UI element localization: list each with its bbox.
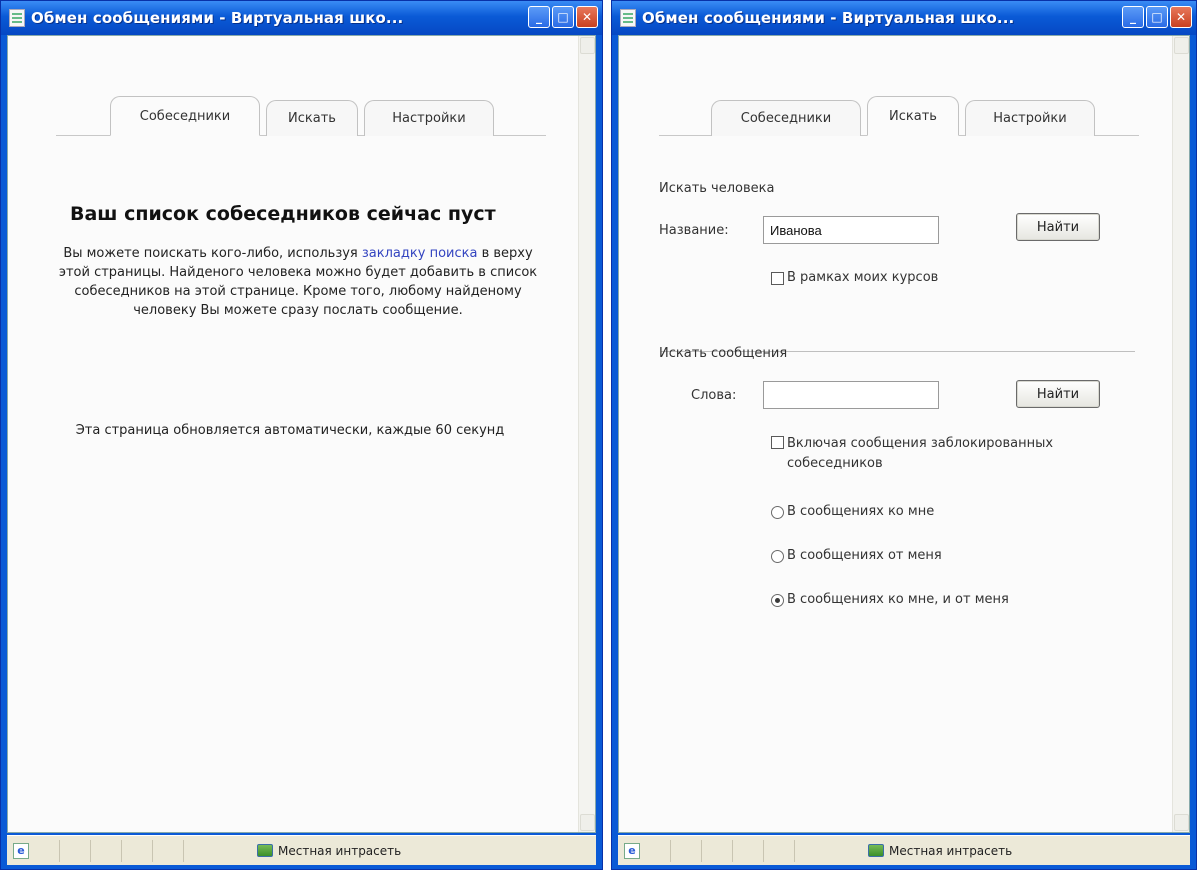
page-icon bbox=[9, 9, 25, 27]
person-search-heading: Искать человека bbox=[659, 181, 775, 196]
tab-label: Искать bbox=[889, 108, 937, 124]
status-divider bbox=[701, 839, 702, 862]
messaging-window-right: Обмен сообщениями - Виртуальная шко... _… bbox=[611, 0, 1197, 870]
status-divider bbox=[59, 839, 60, 862]
tab-search[interactable]: Искать bbox=[867, 96, 959, 136]
find-person-button[interactable]: Найти bbox=[1016, 213, 1100, 241]
scroll-down-arrow[interactable] bbox=[580, 814, 595, 831]
minimize-button[interactable]: _ bbox=[1122, 6, 1144, 28]
status-divider bbox=[670, 839, 671, 862]
status-bar: e Местная интрасеть bbox=[7, 835, 596, 865]
to-me-option[interactable]: В сообщениях ко мне bbox=[771, 504, 934, 519]
description-text: Вы можете поискать кого-либо, используя bbox=[63, 246, 362, 261]
title-bar[interactable]: Обмен сообщениями - Виртуальная шко... _… bbox=[612, 1, 1196, 35]
from-me-label: В сообщениях от меня bbox=[787, 548, 942, 563]
tab-label: Собеседники bbox=[740, 111, 832, 126]
search-tab-link[interactable]: закладку поиска bbox=[362, 246, 478, 261]
messaging-window-left: Обмен сообщениями - Виртуальная шко... _… bbox=[0, 0, 603, 870]
status-bar: e Местная интрасеть bbox=[618, 835, 1190, 865]
tab-bar: Собеседники Искать Настройки bbox=[659, 96, 1139, 136]
scroll-down-arrow[interactable] bbox=[1174, 814, 1189, 831]
name-input[interactable] bbox=[763, 216, 939, 244]
status-divider bbox=[183, 839, 184, 862]
blocked-contacts-label: Включая сообщения заблокированных собесе… bbox=[787, 436, 1054, 471]
to-me-radio[interactable] bbox=[771, 506, 784, 519]
scroll-up-arrow[interactable] bbox=[1174, 37, 1189, 54]
tab-search[interactable]: Искать bbox=[266, 100, 358, 136]
both-radio[interactable] bbox=[771, 594, 784, 607]
tab-label: Настройки bbox=[993, 111, 1067, 126]
intranet-icon bbox=[257, 844, 273, 857]
tab-label: Собеседники bbox=[139, 108, 231, 124]
window-title: Обмен сообщениями - Виртуальная шко... bbox=[642, 9, 1015, 27]
my-courses-checkbox[interactable] bbox=[771, 272, 784, 285]
words-label: Слова: bbox=[691, 388, 737, 403]
ie-page-icon: e bbox=[624, 842, 640, 859]
zone-label: Местная интрасеть bbox=[278, 843, 402, 858]
blocked-contacts-checkbox[interactable] bbox=[771, 436, 784, 449]
empty-list-heading: Ваш список собеседников сейчас пуст bbox=[70, 203, 496, 225]
status-divider bbox=[90, 839, 91, 862]
refresh-note: Эта страница обновляется автоматически, … bbox=[75, 423, 505, 438]
empty-list-description: Вы можете поискать кого-либо, используя … bbox=[58, 244, 538, 320]
from-me-option[interactable]: В сообщениях от меня bbox=[771, 548, 942, 563]
zone-label: Местная интрасеть bbox=[889, 843, 1013, 858]
to-me-label: В сообщениях ко мне bbox=[787, 504, 935, 519]
window-title: Обмен сообщениями - Виртуальная шко... bbox=[31, 9, 404, 27]
minimize-button[interactable]: _ bbox=[528, 6, 550, 28]
title-bar[interactable]: Обмен сообщениями - Виртуальная шко... _… bbox=[1, 1, 602, 35]
tab-contacts[interactable]: Собеседники bbox=[110, 96, 260, 136]
blocked-contacts-option[interactable]: Включая сообщения заблокированных собесе… bbox=[771, 434, 1141, 474]
scroll-up-arrow[interactable] bbox=[580, 37, 595, 54]
my-courses-label: В рамках моих курсов bbox=[787, 270, 939, 285]
find-messages-button[interactable]: Найти bbox=[1016, 380, 1100, 408]
status-divider bbox=[152, 839, 153, 862]
from-me-radio[interactable] bbox=[771, 550, 784, 563]
status-divider bbox=[794, 839, 795, 862]
message-search-heading: Искать сообщения bbox=[659, 346, 788, 361]
page-content: Собеседники Искать Настройки Ваш список … bbox=[7, 35, 596, 833]
vertical-scrollbar[interactable] bbox=[1172, 36, 1189, 832]
tab-settings[interactable]: Настройки bbox=[364, 100, 494, 136]
tab-settings[interactable]: Настройки bbox=[965, 100, 1095, 136]
close-button[interactable]: ✕ bbox=[1170, 6, 1192, 28]
ie-page-icon: e bbox=[13, 842, 29, 859]
maximize-button[interactable]: □ bbox=[552, 6, 574, 28]
page-icon bbox=[620, 9, 636, 27]
my-courses-option[interactable]: В рамках моих курсов bbox=[771, 270, 938, 285]
status-divider bbox=[121, 839, 122, 862]
intranet-icon bbox=[868, 844, 884, 857]
vertical-scrollbar[interactable] bbox=[578, 36, 595, 832]
page-content: Собеседники Искать Настройки Искать чело… bbox=[618, 35, 1190, 833]
name-label: Название: bbox=[659, 223, 729, 238]
both-option[interactable]: В сообщениях ко мне, и от меня bbox=[771, 592, 1009, 607]
tab-bar: Собеседники Искать Настройки bbox=[56, 96, 546, 136]
tab-label: Искать bbox=[288, 111, 336, 126]
close-button[interactable]: ✕ bbox=[576, 6, 598, 28]
security-zone: Местная интрасеть bbox=[868, 844, 1012, 858]
both-label: В сообщениях ко мне, и от меня bbox=[787, 592, 1009, 607]
tab-label: Настройки bbox=[392, 111, 466, 126]
maximize-button[interactable]: □ bbox=[1146, 6, 1168, 28]
status-divider bbox=[763, 839, 764, 862]
security-zone: Местная интрасеть bbox=[257, 844, 401, 858]
words-input[interactable] bbox=[763, 381, 939, 409]
tab-contacts[interactable]: Собеседники bbox=[711, 100, 861, 136]
status-divider bbox=[732, 839, 733, 862]
